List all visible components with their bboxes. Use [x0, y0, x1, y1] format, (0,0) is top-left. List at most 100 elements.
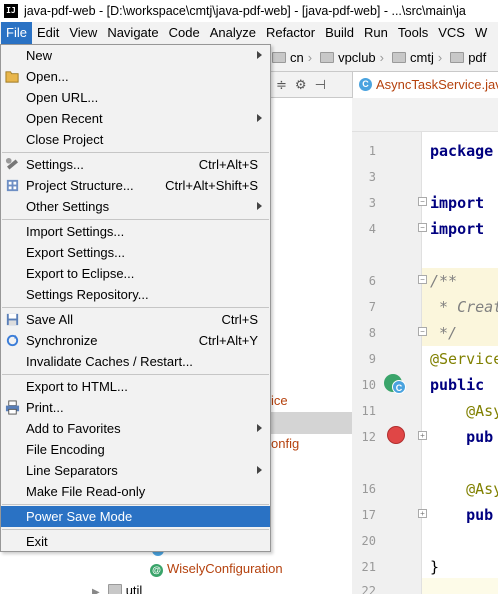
code-line: * Creat — [430, 298, 498, 316]
fold-marker-icon[interactable]: − — [418, 197, 427, 206]
collapse-icon[interactable]: ≑ — [276, 77, 287, 93]
code-line: import — [430, 194, 485, 212]
line-number: 9 — [368, 352, 376, 366]
menu-view[interactable]: View — [64, 22, 102, 44]
menu-item-file-encoding[interactable]: File Encoding — [1, 439, 270, 460]
chevron-right-icon: › — [307, 50, 313, 65]
submenu-arrow-icon — [257, 466, 262, 474]
menu-tools[interactable]: Tools — [393, 22, 433, 44]
menu-separator — [2, 374, 269, 375]
class-icon: @ — [150, 564, 163, 577]
menu-separator — [2, 307, 269, 308]
menu-code[interactable]: Code — [164, 22, 205, 44]
menu-build[interactable]: Build — [320, 22, 359, 44]
menu-item-close-project[interactable]: Close Project — [1, 129, 270, 150]
menu-item-export-to-html[interactable]: Export to HTML... — [1, 376, 270, 397]
project-structure-icon — [6, 179, 19, 192]
menu-item-other-settings[interactable]: Other Settings — [1, 196, 270, 217]
menu-item-synchronize[interactable]: Synchronize Ctrl+Alt+Y — [1, 330, 270, 351]
code-line: import — [430, 220, 485, 238]
menu-separator — [2, 219, 269, 220]
code-line: package — [430, 142, 494, 160]
fold-marker-icon[interactable]: − — [418, 275, 427, 284]
intellij-app-icon: IJ — [4, 4, 18, 18]
spring-bean-icon[interactable]: C — [384, 374, 406, 396]
submenu-arrow-icon — [257, 424, 262, 432]
gear-icon[interactable]: ⚙ — [295, 77, 307, 93]
menu-item-print[interactable]: Print... — [1, 397, 270, 418]
code-line: pub — [430, 506, 494, 524]
file-menu-dropdown: New Open... Open URL... Open Recent Clos… — [0, 44, 271, 552]
submenu-arrow-icon — [257, 51, 262, 59]
menu-run[interactable]: Run — [359, 22, 393, 44]
menu-separator — [2, 529, 269, 530]
code-line: @Asy — [430, 480, 498, 498]
menu-item-line-separators[interactable]: Line Separators — [1, 460, 270, 481]
breakpoint-icon[interactable] — [387, 426, 405, 444]
breadcrumb-pdf[interactable]: pdf — [450, 44, 490, 72]
menu-item-export-to-eclipse[interactable]: Export to Eclipse... — [1, 263, 270, 284]
folder-icon — [272, 52, 286, 63]
folder-icon — [450, 52, 465, 63]
code-line: @Asy — [430, 402, 498, 420]
menu-item-export-settings[interactable]: Export Settings... — [1, 242, 270, 263]
folder-icon — [107, 584, 122, 594]
menu-item-settings[interactable]: Settings... Ctrl+Alt+S — [1, 154, 270, 175]
project-toolbar: ≑ ⚙ ⊣ — [270, 72, 352, 98]
fold-marker-icon[interactable]: + — [418, 509, 427, 518]
line-number: 8 — [368, 326, 376, 340]
menu-item-settings-repository[interactable]: Settings Repository... — [1, 284, 270, 305]
line-number: 3 — [368, 170, 376, 184]
tab-async-task-service[interactable]: C AsyncTaskService.java — [352, 71, 498, 98]
line-number: 20 — [361, 534, 376, 548]
code-line: pub — [430, 428, 494, 446]
breadcrumb-cn[interactable]: cn › — [272, 44, 320, 72]
menu-file[interactable]: File — [1, 22, 32, 44]
editor-tabs: C AsyncTaskService.java — [352, 71, 498, 98]
menu-item-project-structure[interactable]: Project Structure... Ctrl+Alt+Shift+S — [1, 175, 270, 196]
window-title-bar: IJ java-pdf-web - [D:\workspace\cmtj\jav… — [0, 0, 498, 22]
menu-item-make-file-read-only[interactable]: Make File Read-only — [1, 481, 270, 502]
line-number: 6 — [368, 274, 376, 288]
hide-icon[interactable]: ⊣ — [315, 77, 326, 93]
line-number: 17 — [361, 508, 376, 522]
menu-navigate[interactable]: Navigate — [102, 22, 163, 44]
menu-item-exit[interactable]: Exit — [1, 531, 270, 552]
menu-item-power-save-mode[interactable]: Power Save Mode — [1, 506, 270, 527]
fold-marker-icon[interactable]: − — [418, 223, 427, 232]
menu-item-import-settings[interactable]: Import Settings... — [1, 221, 270, 242]
menu-item-save-all[interactable]: Save All Ctrl+S — [1, 309, 270, 330]
expand-arrow-icon: ▶ — [92, 587, 100, 594]
tree-selection-highlight — [271, 412, 352, 434]
menu-edit[interactable]: Edit — [32, 22, 64, 44]
line-number: 16 — [361, 482, 376, 496]
menu-item-open-url[interactable]: Open URL... — [1, 87, 270, 108]
tree-item-util[interactable]: ▶ util — [92, 580, 142, 594]
line-number: 12 — [361, 430, 376, 444]
tree-item-service[interactable]: ice — [271, 390, 288, 412]
fold-marker-icon[interactable]: − — [418, 327, 427, 336]
menu-item-add-to-favorites[interactable]: Add to Favorites — [1, 418, 270, 439]
menu-vcs[interactable]: VCS — [433, 22, 470, 44]
menu-item-open[interactable]: Open... — [1, 66, 270, 87]
code-line: @Service — [430, 350, 498, 368]
menu-analyze[interactable]: Analyze — [205, 22, 261, 44]
breadcrumb-vpclub[interactable]: vpclub › — [320, 44, 392, 72]
menu-item-open-recent[interactable]: Open Recent — [1, 108, 270, 129]
breadcrumb-cmtj[interactable]: cmtj › — [392, 44, 450, 72]
class-icon: C — [392, 380, 406, 394]
tree-item-config[interactable]: onfig — [271, 433, 299, 455]
menu-item-new[interactable]: New — [1, 45, 270, 66]
line-number: 11 — [361, 404, 376, 418]
synchronize-icon — [6, 334, 19, 347]
tree-item-wisely[interactable]: @ WiselyConfiguration — [150, 558, 283, 580]
folder-icon — [320, 52, 335, 63]
line-number: 4 — [368, 222, 376, 236]
main-menu-bar: File Edit View Navigate Code Analyze Ref… — [0, 22, 498, 44]
line-number: 1 — [368, 144, 376, 158]
menu-item-invalidate-caches[interactable]: Invalidate Caches / Restart... — [1, 351, 270, 372]
menu-refactor[interactable]: Refactor — [261, 22, 320, 44]
menu-window[interactable]: W — [470, 22, 492, 44]
chevron-right-icon: › — [379, 50, 384, 65]
fold-marker-icon[interactable]: + — [418, 431, 427, 440]
